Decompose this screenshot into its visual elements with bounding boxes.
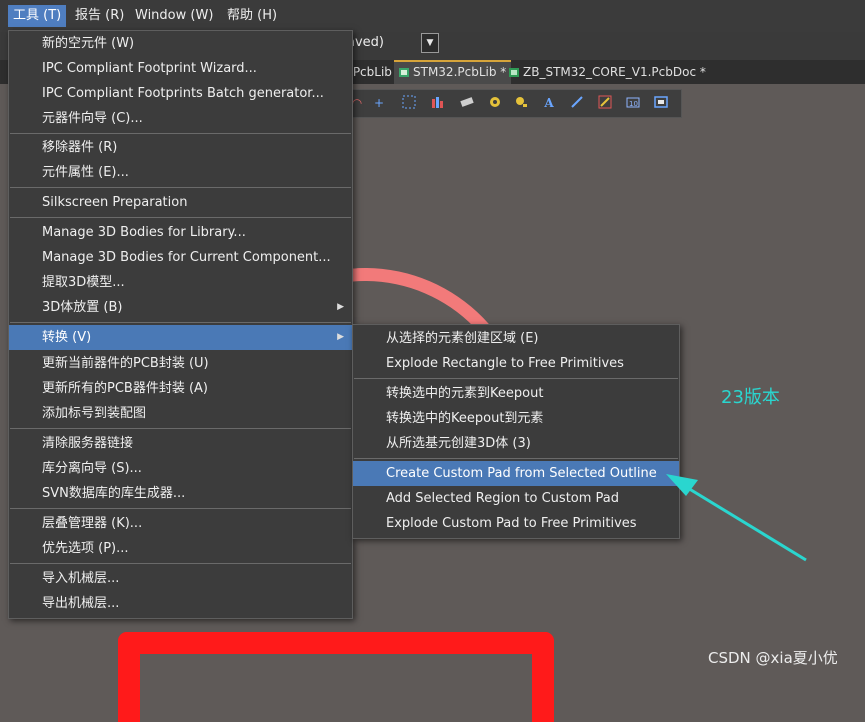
annotation-arrow-icon bbox=[666, 474, 807, 562]
watermark-text: CSDN @xia夏小优 bbox=[708, 649, 838, 667]
